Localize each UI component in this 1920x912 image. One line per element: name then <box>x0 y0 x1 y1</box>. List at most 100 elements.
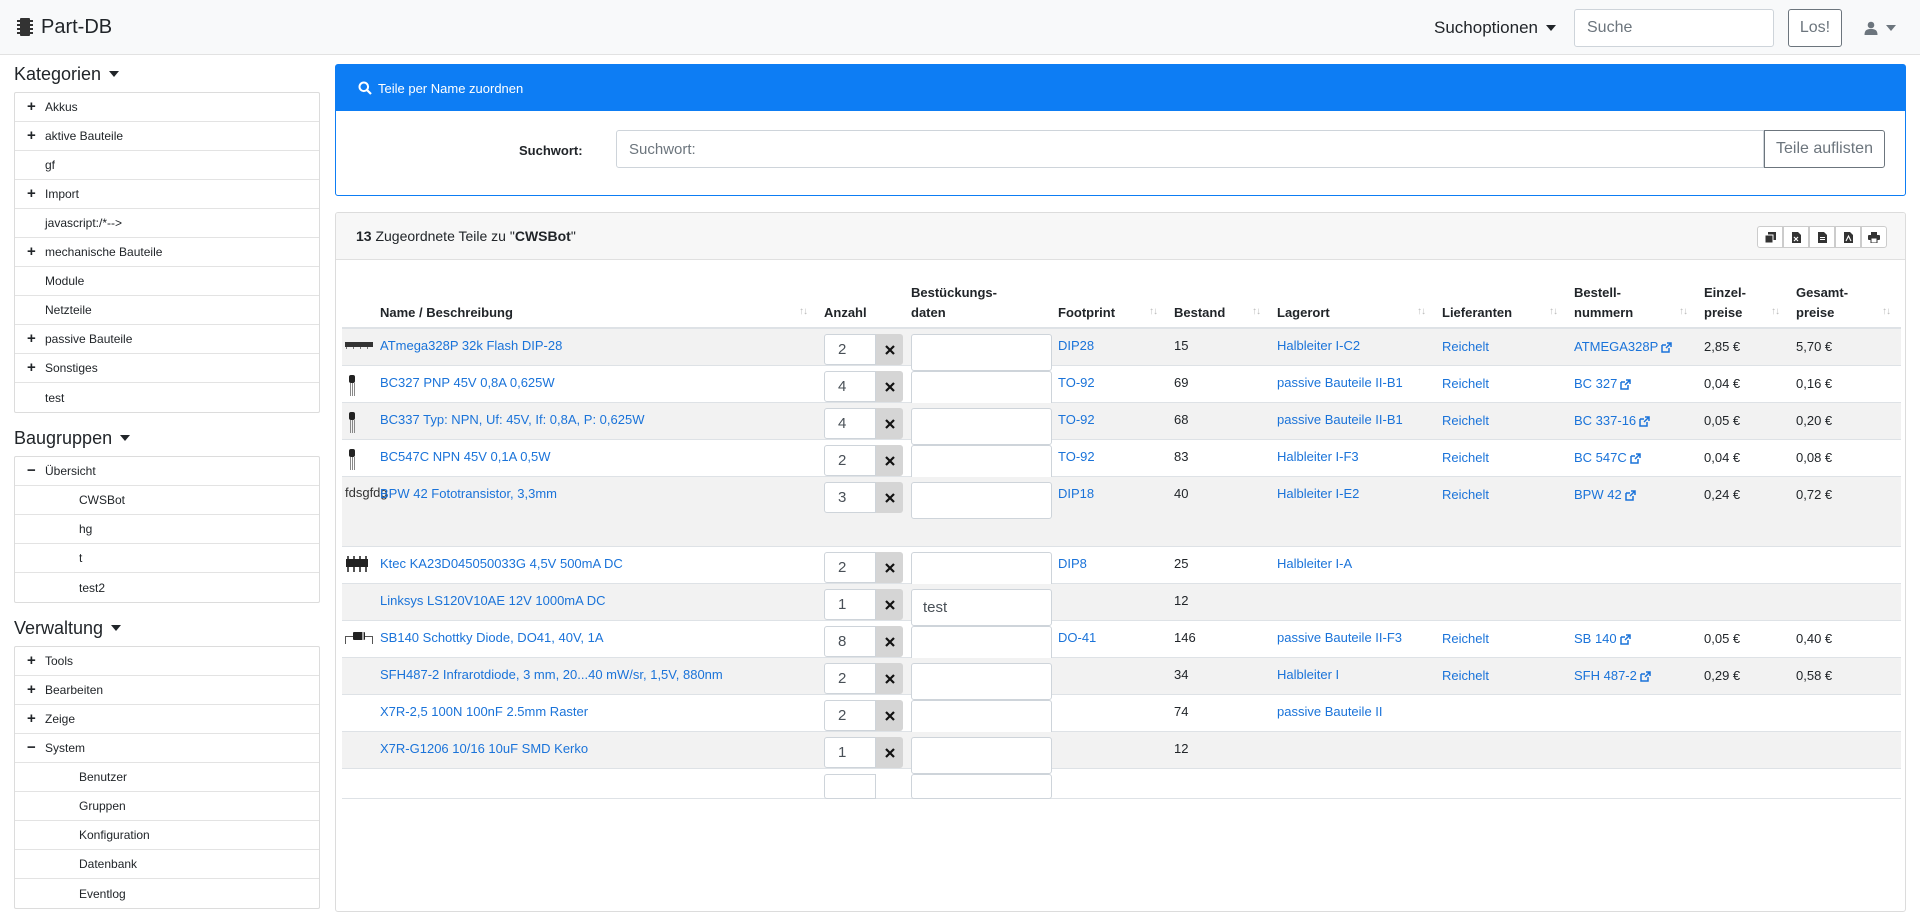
part-name-link[interactable]: BPW 42 Fototransistor, 3,3mm <box>380 486 557 501</box>
export-csv-button[interactable] <box>1809 226 1835 248</box>
part-name-link[interactable]: BC337 Typ: NPN, Uf: 45V, If: 0,8A, P: 0,… <box>380 412 644 427</box>
footprint-link[interactable]: DIP28 <box>1058 338 1094 353</box>
remove-part-button[interactable] <box>876 445 903 476</box>
sidebar-item[interactable]: + mechanische Bauteile <box>15 238 319 267</box>
quantity-input[interactable]: 4 <box>824 371 876 402</box>
expand-icon[interactable]: + <box>27 653 41 668</box>
brand[interactable]: Part-DB <box>16 16 112 39</box>
part-name-link[interactable]: BC327 PNP 45V 0,8A 0,625W <box>380 375 555 390</box>
supplier-link[interactable]: Reichelt <box>1442 668 1489 683</box>
sort-icon[interactable]: ↑↓ <box>1771 306 1780 317</box>
location-link[interactable]: passive Bauteile II-B1 <box>1277 375 1403 390</box>
quantity-input[interactable]: 2 <box>824 334 876 365</box>
user-menu[interactable] <box>1864 21 1896 35</box>
location-link[interactable]: Halbleiter I-C2 <box>1277 338 1360 353</box>
search-options-dropdown[interactable]: Suchoptionen <box>1434 18 1556 38</box>
footprint-link[interactable]: TO-92 <box>1058 449 1095 464</box>
header-name[interactable]: Name / Beschreibung <box>380 303 513 323</box>
remove-part-button[interactable] <box>876 663 903 694</box>
remove-part-button[interactable] <box>876 589 903 620</box>
sidebar-item[interactable]: + aktive Bauteile <box>15 122 319 151</box>
footprint-link[interactable]: TO-92 <box>1058 375 1095 390</box>
sort-icon[interactable]: ↑↓ <box>1149 306 1158 317</box>
mount-names-input[interactable] <box>911 482 1052 519</box>
part-name-link[interactable]: Linksys LS120V10AE 12V 1000mA DC <box>380 593 605 608</box>
location-link[interactable]: Halbleiter I-A <box>1277 556 1352 571</box>
location-link[interactable]: passive Bauteile II <box>1277 704 1383 719</box>
sidebar-item[interactable]: Module <box>15 267 319 296</box>
expand-icon[interactable]: + <box>27 360 41 375</box>
header-price-2[interactable]: preise <box>1704 303 1742 323</box>
part-thumbnail[interactable] <box>345 338 373 353</box>
part-name-link[interactable]: SFH487-2 Infrarotdiode, 3 mm, 20...40 mW… <box>380 667 723 682</box>
footprint-link[interactable]: DIP8 <box>1058 556 1087 571</box>
part-name-link[interactable]: ATmega328P 32k Flash DIP-28 <box>380 338 562 353</box>
order-number-link[interactable]: BC 327 <box>1574 376 1617 391</box>
sidebar-item[interactable]: gf <box>15 151 319 180</box>
sidebar-item[interactable]: Benutzer <box>15 763 319 792</box>
search-input[interactable]: Suche <box>1574 8 1774 47</box>
order-number-link[interactable]: ATMEGA328P <box>1574 339 1658 354</box>
sidebar-item[interactable]: Konfiguration <box>15 821 319 850</box>
expand-icon[interactable]: + <box>27 331 41 346</box>
baugruppen-title[interactable]: Baugruppen <box>14 420 320 456</box>
header-footprint[interactable]: Footprint <box>1058 303 1115 323</box>
part-thumbnail[interactable]: fdsgfdg <box>345 483 388 502</box>
sidebar-item[interactable]: + Zeige <box>15 705 319 734</box>
sidebar-item[interactable]: Datenbank <box>15 850 319 879</box>
sort-icon[interactable]: ↑↓ <box>1882 306 1891 317</box>
remove-part-button[interactable] <box>876 482 903 513</box>
quantity-input[interactable] <box>824 774 876 799</box>
expand-icon[interactable]: + <box>27 128 41 143</box>
supplier-link[interactable]: Reichelt <box>1442 339 1489 354</box>
sort-icon[interactable]: ↑↓ <box>799 306 808 317</box>
remove-part-button[interactable] <box>876 626 903 657</box>
supplier-link[interactable]: Reichelt <box>1442 376 1489 391</box>
location-link[interactable]: Halbleiter I-E2 <box>1277 486 1359 501</box>
location-link[interactable]: Halbleiter I <box>1277 667 1339 682</box>
supplier-link[interactable]: Reichelt <box>1442 450 1489 465</box>
sidebar-item[interactable]: + Tools <box>15 647 319 676</box>
header-supplier[interactable]: Lieferanten <box>1442 303 1512 323</box>
part-name-link[interactable]: X7R-2,5 100N 100nF 2.5mm Raster <box>380 704 588 719</box>
verwaltung-title[interactable]: Verwaltung <box>14 610 320 646</box>
list-parts-button[interactable]: Teile auflisten <box>1764 130 1885 168</box>
sidebar-item[interactable]: CWSBot <box>15 486 319 515</box>
sidebar-item[interactable]: + Akkus <box>15 93 319 122</box>
part-name-link[interactable]: X7R-G1206 10/16 10uF SMD Kerko <box>380 741 588 756</box>
header-stock[interactable]: Bestand <box>1174 303 1225 323</box>
location-link[interactable]: Halbleiter I-F3 <box>1277 449 1359 464</box>
part-thumbnail[interactable] <box>345 449 359 474</box>
quantity-input[interactable]: 1 <box>824 737 876 768</box>
part-thumbnail[interactable] <box>345 556 369 577</box>
supplier-link[interactable]: Reichelt <box>1442 413 1489 428</box>
export-excel-button[interactable] <box>1783 226 1809 248</box>
quantity-input[interactable]: 3 <box>824 482 876 513</box>
part-name-link[interactable]: Ktec KA23D045050033G 4,5V 500mA DC <box>380 556 623 571</box>
header-total-2[interactable]: preise <box>1796 303 1834 323</box>
expand-icon[interactable]: + <box>27 186 41 201</box>
quantity-input[interactable]: 2 <box>824 552 876 583</box>
supplier-link[interactable]: Reichelt <box>1442 631 1489 646</box>
footprint-link[interactable]: DO-41 <box>1058 630 1096 645</box>
header-order-2[interactable]: nummern <box>1574 303 1633 323</box>
quantity-input[interactable]: 2 <box>824 700 876 731</box>
footprint-link[interactable]: TO-92 <box>1058 412 1095 427</box>
sidebar-item[interactable]: test2 <box>15 573 319 602</box>
sort-icon[interactable]: ↑↓ <box>1549 306 1558 317</box>
order-number-link[interactable]: BPW 42 <box>1574 487 1622 502</box>
part-name-link[interactable]: BC547C NPN 45V 0,1A 0,5W <box>380 449 551 464</box>
expand-icon[interactable]: + <box>27 682 41 697</box>
suchwort-input[interactable]: Suchwort: <box>616 130 1764 168</box>
remove-part-button[interactable] <box>876 371 903 402</box>
supplier-link[interactable]: Reichelt <box>1442 487 1489 502</box>
header-location[interactable]: Lagerort <box>1277 303 1330 323</box>
expand-icon[interactable]: + <box>27 244 41 259</box>
sidebar-item[interactable]: javascript:/*--> <box>15 209 319 238</box>
footprint-link[interactable]: DIP18 <box>1058 486 1094 501</box>
part-thumbnail[interactable] <box>345 375 359 400</box>
part-name-link[interactable]: SB140 Schottky Diode, DO41, 40V, 1A <box>380 630 604 645</box>
mount-names-input[interactable] <box>911 774 1052 799</box>
remove-part-button[interactable] <box>876 334 903 365</box>
quantity-input[interactable]: 2 <box>824 663 876 694</box>
